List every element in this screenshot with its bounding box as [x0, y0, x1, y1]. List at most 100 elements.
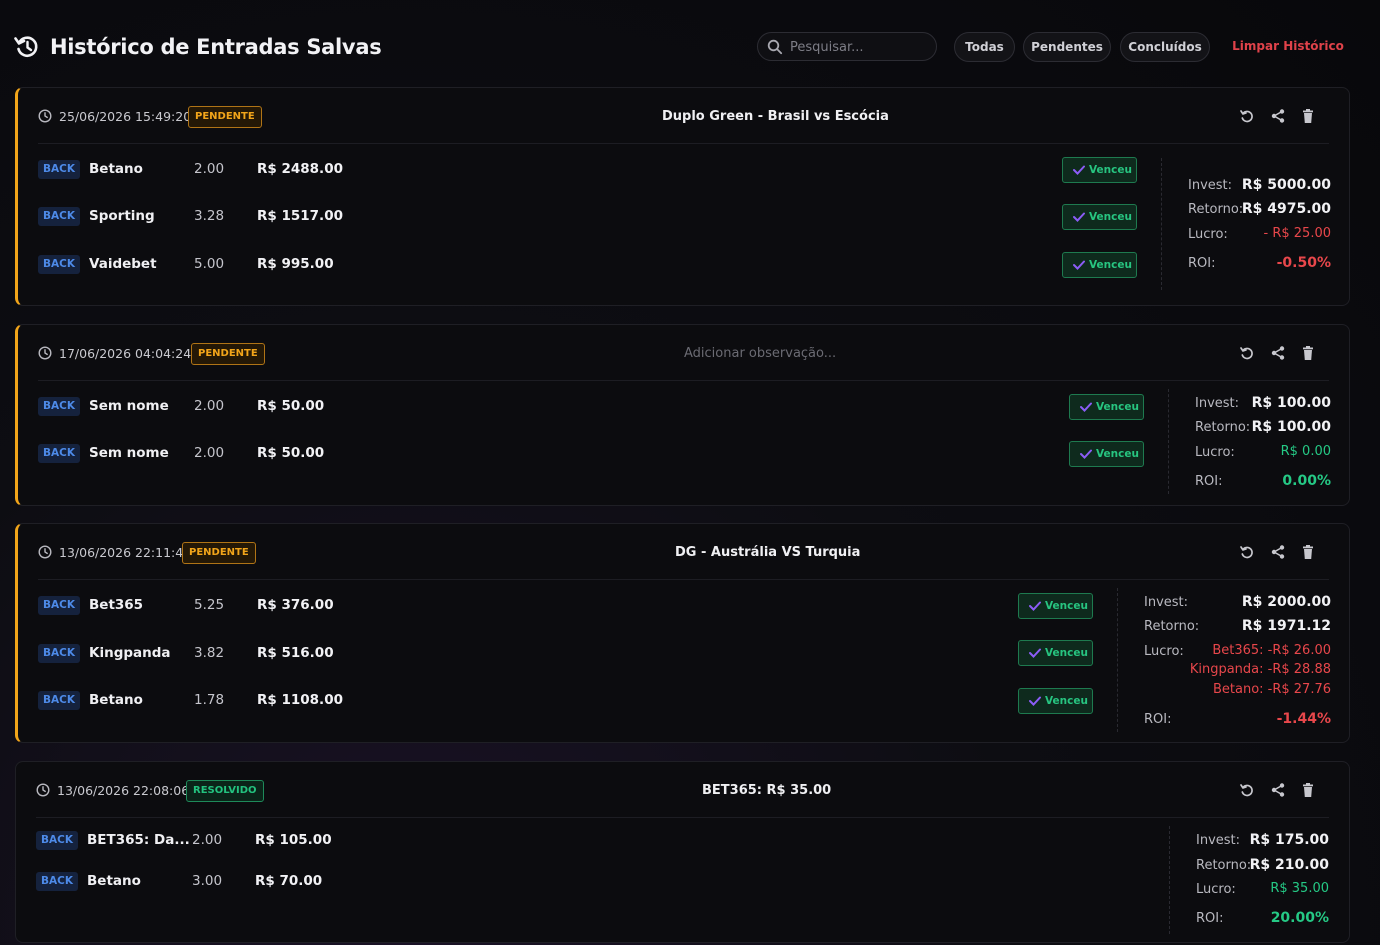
restore-icon[interactable] — [1239, 544, 1255, 560]
invest-label: Invest: — [1195, 396, 1240, 411]
won-button[interactable]: Venceu — [1018, 593, 1093, 619]
entry-actions — [1239, 544, 1329, 562]
back-tag: BACK — [38, 444, 80, 463]
history-icon — [14, 36, 38, 57]
bet-odd: 3.82 — [194, 645, 225, 661]
roi-value: 0.00% — [1282, 473, 1331, 489]
entry-header: 13/06/2026 22:08:06 RESOLVIDO BET365: R$… — [36, 762, 1329, 818]
invest-value: R$ 2000.00 — [1241, 594, 1331, 610]
bet-odd: 3.28 — [194, 208, 225, 224]
won-button[interactable]: Venceu — [1062, 157, 1137, 183]
bet-house: BET365: Da... — [87, 832, 190, 848]
bet-house: Sporting — [89, 208, 155, 224]
back-tag: BACK — [38, 207, 80, 226]
roi-label: ROI: — [1188, 256, 1216, 271]
entry-note[interactable]: BET365: R$ 35.00 — [702, 783, 831, 798]
bet-house: Betano — [89, 692, 143, 708]
invest-label: Invest: — [1144, 595, 1189, 610]
clear-history-button[interactable]: Limpar Histórico — [1226, 39, 1350, 53]
return-label: Retorno: — [1144, 619, 1200, 634]
profit-line: Bet365: -R$ 26.00 — [1212, 643, 1331, 658]
bet-house: Kingpanda — [89, 645, 171, 661]
trash-icon[interactable] — [1300, 782, 1316, 798]
search-box[interactable] — [757, 32, 937, 61]
status-badge: RESOLVIDO — [186, 780, 264, 802]
page-title: Histórico de Entradas Salvas — [50, 35, 382, 59]
entry-actions — [1239, 345, 1329, 363]
filter-pending-button[interactable]: Pendentes — [1023, 32, 1111, 62]
back-tag: BACK — [38, 255, 80, 274]
won-label: Venceu — [1089, 164, 1132, 176]
bet-stake: R$ 50.00 — [257, 445, 325, 461]
entry-card: 13/06/2026 22:08:06 RESOLVIDO BET365: R$… — [15, 761, 1350, 943]
bet-house: Sem nome — [89, 445, 169, 461]
check-icon — [1080, 402, 1092, 412]
return-label: Retorno: — [1195, 420, 1251, 435]
entry-header: 13/06/2026 22:11:48 PENDENTE DG - Austrá… — [38, 524, 1329, 580]
trash-icon[interactable] — [1300, 544, 1316, 560]
bet-stake: R$ 516.00 — [257, 645, 334, 661]
bet-odd: 2.00 — [192, 832, 223, 848]
back-tag: BACK — [38, 596, 80, 615]
won-label: Venceu — [1096, 401, 1139, 413]
roi-label: ROI: — [1144, 712, 1172, 727]
entry-note[interactable]: Adicionar observação... — [684, 346, 836, 361]
return-label: Retorno: — [1188, 202, 1244, 217]
profit-value: R$ 0.00 — [1280, 444, 1331, 459]
won-button[interactable]: Venceu — [1018, 640, 1093, 666]
roi-label: ROI: — [1195, 474, 1223, 489]
won-button[interactable]: Venceu — [1062, 252, 1137, 278]
back-tag: BACK — [38, 397, 80, 416]
bet-odd: 1.78 — [194, 692, 225, 708]
entry-note[interactable]: Duplo Green - Brasil vs Escócia — [662, 109, 889, 124]
roi-label: ROI: — [1196, 911, 1224, 926]
trash-icon[interactable] — [1300, 345, 1316, 361]
share-icon[interactable] — [1270, 345, 1286, 361]
roi-value: -1.44% — [1276, 711, 1331, 727]
won-label: Venceu — [1089, 211, 1132, 223]
entry-date: 17/06/2026 04:04:24 — [59, 346, 192, 361]
filter-completed-button[interactable]: Concluídos — [1120, 32, 1210, 62]
invest-value: R$ 5000.00 — [1241, 177, 1331, 193]
restore-icon[interactable] — [1239, 782, 1255, 798]
roi-value: 20.00% — [1270, 910, 1329, 926]
share-icon[interactable] — [1270, 108, 1286, 124]
won-button[interactable]: Venceu — [1062, 204, 1137, 230]
bet-row: BACK Kingpanda 3.82 R$ 516.00 — [38, 642, 438, 666]
filter-all-button[interactable]: Todas — [954, 32, 1015, 62]
return-value: R$ 210.00 — [1249, 857, 1329, 873]
entry-note[interactable]: DG - Austrália VS Turquia — [675, 545, 860, 560]
status-badge: PENDENTE — [182, 542, 256, 564]
trash-icon[interactable] — [1300, 108, 1316, 124]
bet-row: BACK Sem nome 2.00 R$ 50.00 — [38, 442, 438, 466]
profit-label: Lucro: — [1144, 644, 1184, 659]
invest-value: R$ 100.00 — [1251, 395, 1331, 411]
back-tag: BACK — [38, 160, 80, 179]
bet-odd: 2.00 — [194, 398, 225, 414]
profit-value: R$ 35.00 — [1270, 881, 1329, 896]
clock-icon — [38, 346, 52, 360]
won-button[interactable]: Venceu — [1018, 688, 1093, 714]
back-tag: BACK — [38, 644, 80, 663]
bet-house: Betano — [87, 873, 141, 889]
entry-summary: Invest: R$ 5000.00 Retorno: R$ 4975.00 L… — [1161, 158, 1331, 290]
profit-label: Lucro: — [1188, 227, 1228, 242]
restore-icon[interactable] — [1239, 108, 1255, 124]
invest-value: R$ 175.00 — [1249, 832, 1329, 848]
back-tag: BACK — [38, 691, 80, 710]
search-input[interactable] — [790, 37, 930, 57]
won-button[interactable]: Venceu — [1069, 394, 1144, 420]
restore-icon[interactable] — [1239, 345, 1255, 361]
won-button[interactable]: Venceu — [1069, 441, 1144, 467]
check-icon — [1073, 212, 1085, 222]
entry-header: 17/06/2026 04:04:24 PENDENTE Adicionar o… — [38, 325, 1329, 381]
profit-label: Lucro: — [1195, 445, 1235, 460]
clock-icon — [36, 783, 50, 797]
won-label: Venceu — [1045, 600, 1088, 612]
won-label: Venceu — [1045, 695, 1088, 707]
entry-card: 13/06/2026 22:11:48 PENDENTE DG - Austrá… — [15, 523, 1350, 743]
share-icon[interactable] — [1270, 544, 1286, 560]
share-icon[interactable] — [1270, 782, 1286, 798]
entry-summary: Invest: R$ 175.00 Retorno: R$ 210.00 Luc… — [1169, 826, 1329, 934]
search-icon — [767, 39, 783, 55]
